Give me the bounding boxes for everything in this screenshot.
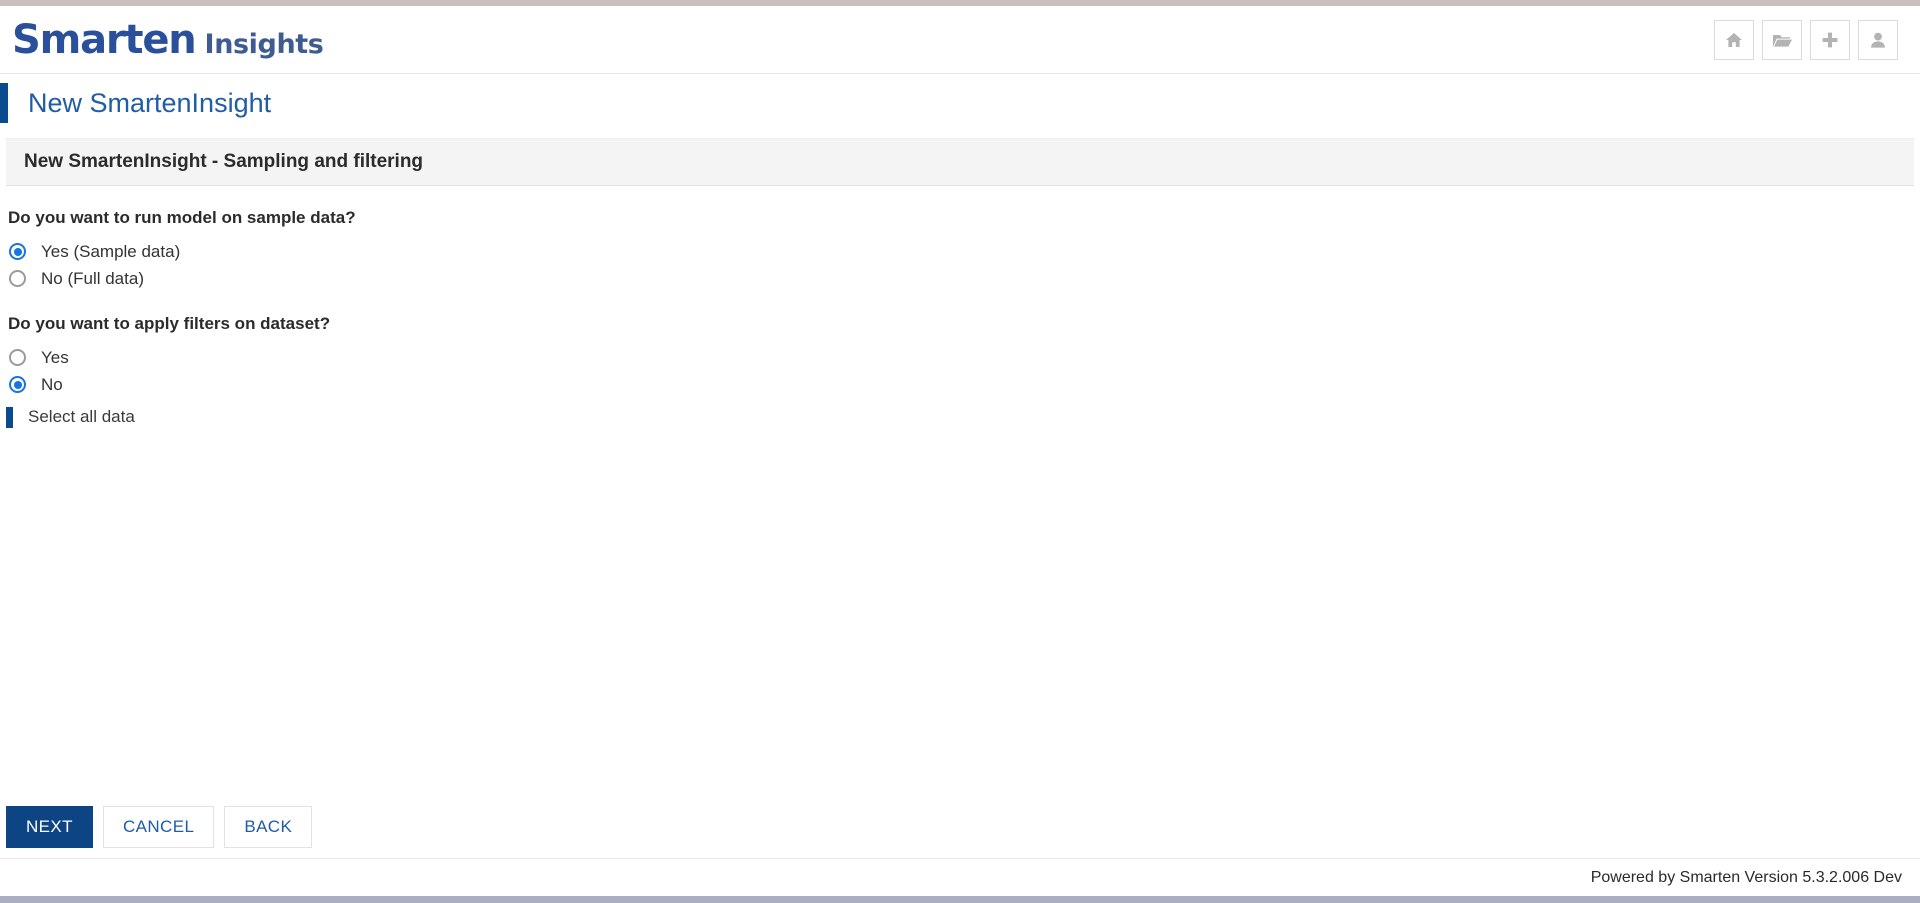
radio-mark-icon <box>9 349 26 366</box>
radio-label: Yes (Sample data) <box>41 241 181 261</box>
section-header-title: New SmartenInsight - Sampling and filter… <box>24 151 424 172</box>
radio-group-sample-data: Yes (Sample data) No (Full data) <box>6 238 1920 292</box>
radio-label: No (Full data) <box>41 268 144 288</box>
radio-label: Yes <box>41 347 69 367</box>
radio-yes-sample-data[interactable]: Yes (Sample data) <box>6 238 180 265</box>
cancel-button[interactable]: CANCEL <box>102 806 215 848</box>
user-icon <box>1868 30 1888 50</box>
question-sample-data: Do you want to run model on sample data? <box>8 208 356 227</box>
radio-mark-icon <box>9 243 26 260</box>
page-title: New SmartenInsight <box>28 87 272 118</box>
home-button[interactable] <box>1714 19 1754 60</box>
logo-smarten-text: Smarten <box>12 16 197 63</box>
app-logo[interactable]: Smarten Insights <box>8 16 324 63</box>
page-footer: Powered by Smarten Version 5.3.2.006 Dev <box>0 859 1920 897</box>
plus-icon <box>1820 30 1840 50</box>
radio-mark-icon <box>9 270 26 287</box>
radio-mark-icon <box>9 376 26 393</box>
radio-no-full-data[interactable]: No (Full data) <box>6 265 144 292</box>
select-all-accent-bar <box>6 406 13 428</box>
select-all-data-label: Select all data <box>28 407 135 426</box>
radio-label: No <box>41 374 63 394</box>
app-header: Smarten Insights <box>0 6 1920 74</box>
radio-filters-yes[interactable]: Yes <box>6 344 69 371</box>
question-apply-filters: Do you want to apply filters on dataset? <box>8 314 331 333</box>
home-icon <box>1724 30 1744 50</box>
select-all-data-row[interactable]: Select all data <box>6 402 1920 432</box>
next-button[interactable]: NEXT <box>6 806 93 848</box>
form-content: Do you want to run model on sample data?… <box>0 186 1920 432</box>
powered-by-text: Powered by Smarten Version 5.3.2.006 Dev <box>1590 869 1902 886</box>
section-header-bar: New SmartenInsight - Sampling and filter… <box>6 138 1914 186</box>
radio-group-apply-filters: Yes No <box>6 344 1920 398</box>
page-title-accent-bar <box>0 83 8 123</box>
bottom-accent-strip <box>0 896 1920 903</box>
user-account-button[interactable] <box>1858 19 1898 60</box>
open-folder-button[interactable] <box>1762 19 1802 60</box>
page-title-row: New SmartenInsight <box>0 74 1920 132</box>
back-button[interactable]: BACK <box>224 806 313 848</box>
logo-insights-text: Insights <box>204 28 324 60</box>
add-new-button[interactable] <box>1810 19 1850 60</box>
header-actions <box>1714 19 1906 60</box>
radio-filters-no[interactable]: No <box>6 371 63 398</box>
folder-open-icon <box>1771 30 1793 50</box>
wizard-button-bar: NEXT CANCEL BACK <box>6 806 313 848</box>
